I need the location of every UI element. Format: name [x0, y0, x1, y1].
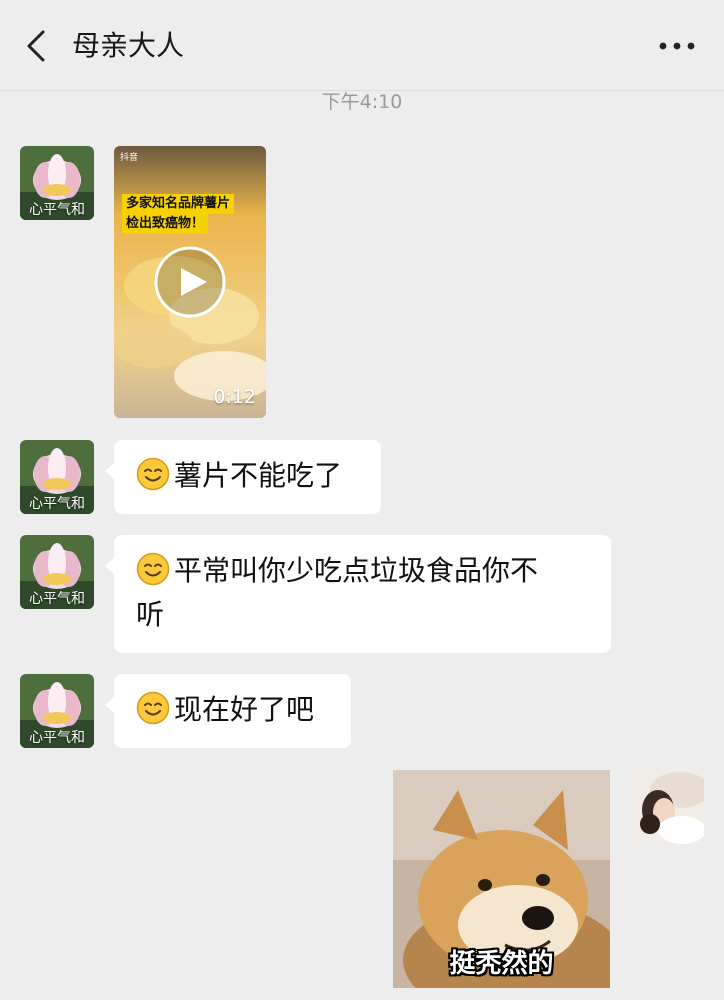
video-caption-line1: 多家知名品牌薯片 [122, 194, 235, 214]
more-horizontal-icon [659, 42, 695, 50]
my-avatar[interactable] [630, 770, 704, 844]
video-duration: 0:12 [213, 386, 256, 408]
chevron-left-icon [27, 30, 45, 62]
message-timestamp: 下午4:10 [321, 91, 403, 113]
message-text: 薯片不能吃了 [174, 459, 343, 492]
message-bubble[interactable]: 现在好了吧 [105, 674, 351, 748]
smile-emoji-icon [136, 457, 170, 491]
contact-avatar[interactable]: 心平气和 [20, 535, 94, 609]
message-text-line1: 平常叫你少吃点垃圾食品你不 [174, 554, 539, 587]
contact-avatar[interactable]: 心平气和 [20, 674, 94, 748]
smile-emoji-icon [136, 552, 170, 586]
avatar-label: 心平气和 [29, 202, 85, 218]
message-bubble[interactable]: 平常叫你少吃点垃圾食品你不 听 [105, 535, 611, 653]
video-message[interactable]: 抖音 多家知名品牌薯片 检出致癌物！ 0:12 [114, 146, 266, 418]
sticker-message[interactable]: 挺秃然的 [393, 770, 610, 988]
message-bubble[interactable]: 薯片不能吃了 [105, 440, 381, 514]
play-icon[interactable] [153, 245, 227, 319]
chat-title: 母亲大人 [72, 29, 185, 62]
more-button[interactable] [650, 26, 704, 66]
chat-header: 母亲大人 [0, 0, 724, 91]
message-text: 现在好了吧 [174, 693, 315, 726]
message-text-line2: 听 [136, 598, 165, 631]
avatar-label: 心平气和 [29, 591, 85, 607]
smile-emoji-icon [136, 691, 170, 725]
video-caption-line2: 检出致癌物！ [122, 214, 209, 234]
video-app-name: 抖音 [120, 153, 139, 163]
back-button[interactable] [14, 22, 58, 70]
avatar-label: 心平气和 [29, 496, 85, 512]
contact-avatar[interactable]: 心平气和 [20, 440, 94, 514]
sticker-caption: 挺秃然的 [449, 949, 554, 979]
contact-avatar[interactable]: 心平气和 [20, 146, 94, 220]
avatar-label: 心平气和 [29, 730, 85, 746]
